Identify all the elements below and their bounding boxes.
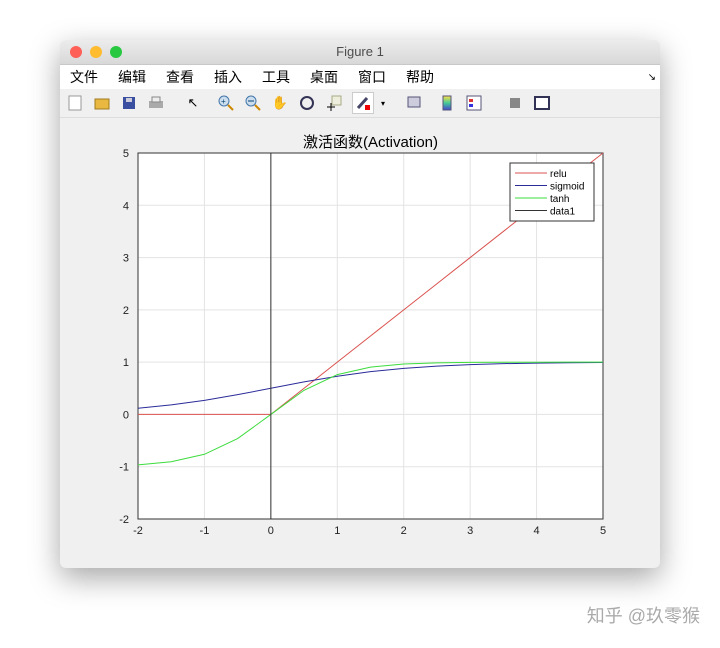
minimize-button[interactable] xyxy=(90,46,102,58)
show-plot-tools-icon[interactable] xyxy=(533,94,551,112)
y-tick-label: 5 xyxy=(123,148,129,160)
brush-dropdown-icon[interactable]: ▾ xyxy=(378,94,388,112)
pan-hand-icon[interactable]: ✋ xyxy=(271,94,289,112)
y-tick-label: 1 xyxy=(123,357,129,369)
y-tick-label: 4 xyxy=(123,200,129,212)
hide-plot-tools-icon[interactable] xyxy=(506,94,524,112)
open-file-icon[interactable] xyxy=(93,94,111,112)
menu-desktop[interactable]: 桌面 xyxy=(310,67,338,87)
menu-window[interactable]: 窗口 xyxy=(358,67,386,87)
y-tick-label: 0 xyxy=(123,409,129,421)
print-icon[interactable] xyxy=(147,94,165,112)
title-bar: Figure 1 xyxy=(60,40,660,65)
rotate-3d-icon[interactable] xyxy=(298,94,316,112)
svg-text:+: + xyxy=(221,97,226,106)
menu-view[interactable]: 查看 xyxy=(166,67,194,87)
legend-label-sigmoid: sigmoid xyxy=(550,182,584,193)
y-tick-label: -2 xyxy=(119,514,129,526)
new-figure-icon[interactable] xyxy=(66,94,84,112)
watermark: 知乎 @玖零猴 xyxy=(586,606,700,626)
menu-insert[interactable]: 插入 xyxy=(214,67,242,87)
zoom-button[interactable] xyxy=(110,46,122,58)
x-tick-label: -2 xyxy=(133,525,143,537)
menu-edit[interactable]: 编辑 xyxy=(118,67,146,87)
legend-label-relu: relu xyxy=(550,169,567,180)
data-cursor-icon[interactable] xyxy=(325,94,343,112)
plot-axes[interactable]: -2 -1 0 1 2 3 4 5 -2 -1 0 1 2 3 4 5 激活函数(Activation) relu… xyxy=(60,117,660,568)
dock-arrow-icon[interactable]: ↘ xyxy=(648,72,656,83)
link-plot-icon[interactable] xyxy=(405,94,423,112)
x-tick-label: 3 xyxy=(467,525,473,537)
figure-window: Figure 1 文件 编辑 查看 插入 工具 桌面 窗口 帮助 ↘ ↖ + ✋… xyxy=(60,40,660,568)
pointer-icon[interactable]: ↖ xyxy=(184,94,202,112)
x-tick-label: -1 xyxy=(200,525,210,537)
zoom-in-icon[interactable]: + xyxy=(217,94,235,112)
window-title: Figure 1 xyxy=(336,44,384,59)
y-tick-label: -1 xyxy=(119,462,129,474)
chart-title: 激活函数(Activation) xyxy=(303,134,438,151)
legend-label-data1: data1 xyxy=(550,207,575,218)
close-button[interactable] xyxy=(70,46,82,58)
brush-icon[interactable] xyxy=(352,92,374,114)
x-tick-label: 2 xyxy=(401,525,407,537)
y-tick-label: 3 xyxy=(123,253,129,265)
x-tick-label: 5 xyxy=(600,525,606,537)
menu-bar: 文件 编辑 查看 插入 工具 桌面 窗口 帮助 ↘ xyxy=(60,65,660,89)
y-tick-label: 2 xyxy=(123,305,129,317)
menu-help[interactable]: 帮助 xyxy=(406,67,434,87)
toolbar: ↖ + ✋ ▾ xyxy=(60,89,660,118)
legend-label-tanh: tanh xyxy=(550,194,569,205)
x-tick-label: 0 xyxy=(268,525,274,537)
x-tick-label: 4 xyxy=(534,525,540,537)
save-icon[interactable] xyxy=(120,94,138,112)
legend-icon[interactable] xyxy=(465,94,483,112)
zoom-out-icon[interactable] xyxy=(244,94,262,112)
menu-tools[interactable]: 工具 xyxy=(262,67,290,87)
x-tick-label: 1 xyxy=(334,525,340,537)
colorbar-icon[interactable] xyxy=(438,94,456,112)
menu-file[interactable]: 文件 xyxy=(70,67,98,87)
